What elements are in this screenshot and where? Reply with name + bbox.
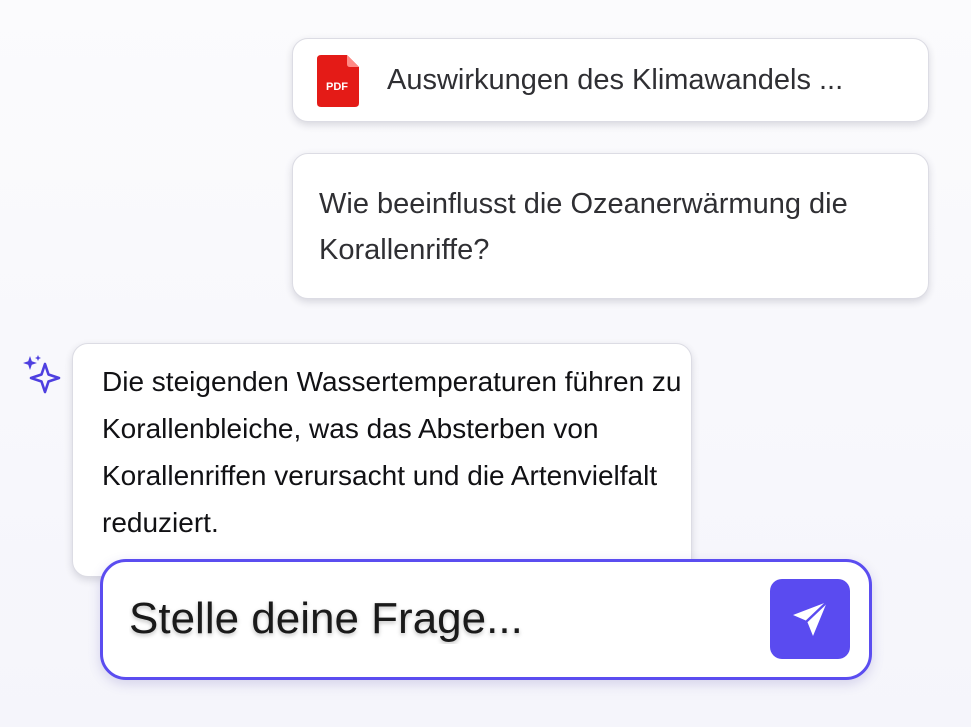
attachment-bubble[interactable]: PDF Auswirkungen des Klimawandels ... (292, 38, 929, 122)
attachment-file-name[interactable]: Auswirkungen des Klimawandels ... (387, 63, 843, 97)
question-input[interactable] (129, 588, 749, 650)
assistant-message-text: Die steigenden Wassertemperaturen führen… (102, 366, 682, 538)
assistant-message-bubble: Die steigenden Wassertemperaturen führen… (72, 343, 692, 577)
send-button[interactable] (770, 579, 850, 659)
user-message-text: Wie beeinflusst die Ozeanerwärmung die K… (319, 188, 848, 266)
user-message-bubble: Wie beeinflusst die Ozeanerwärmung die K… (292, 153, 929, 299)
pdf-file-icon: PDF (317, 55, 359, 107)
chat-composer (100, 559, 872, 680)
send-icon (793, 600, 829, 636)
pdf-icon-label: PDF (326, 81, 348, 93)
sparkles-icon (23, 355, 61, 394)
